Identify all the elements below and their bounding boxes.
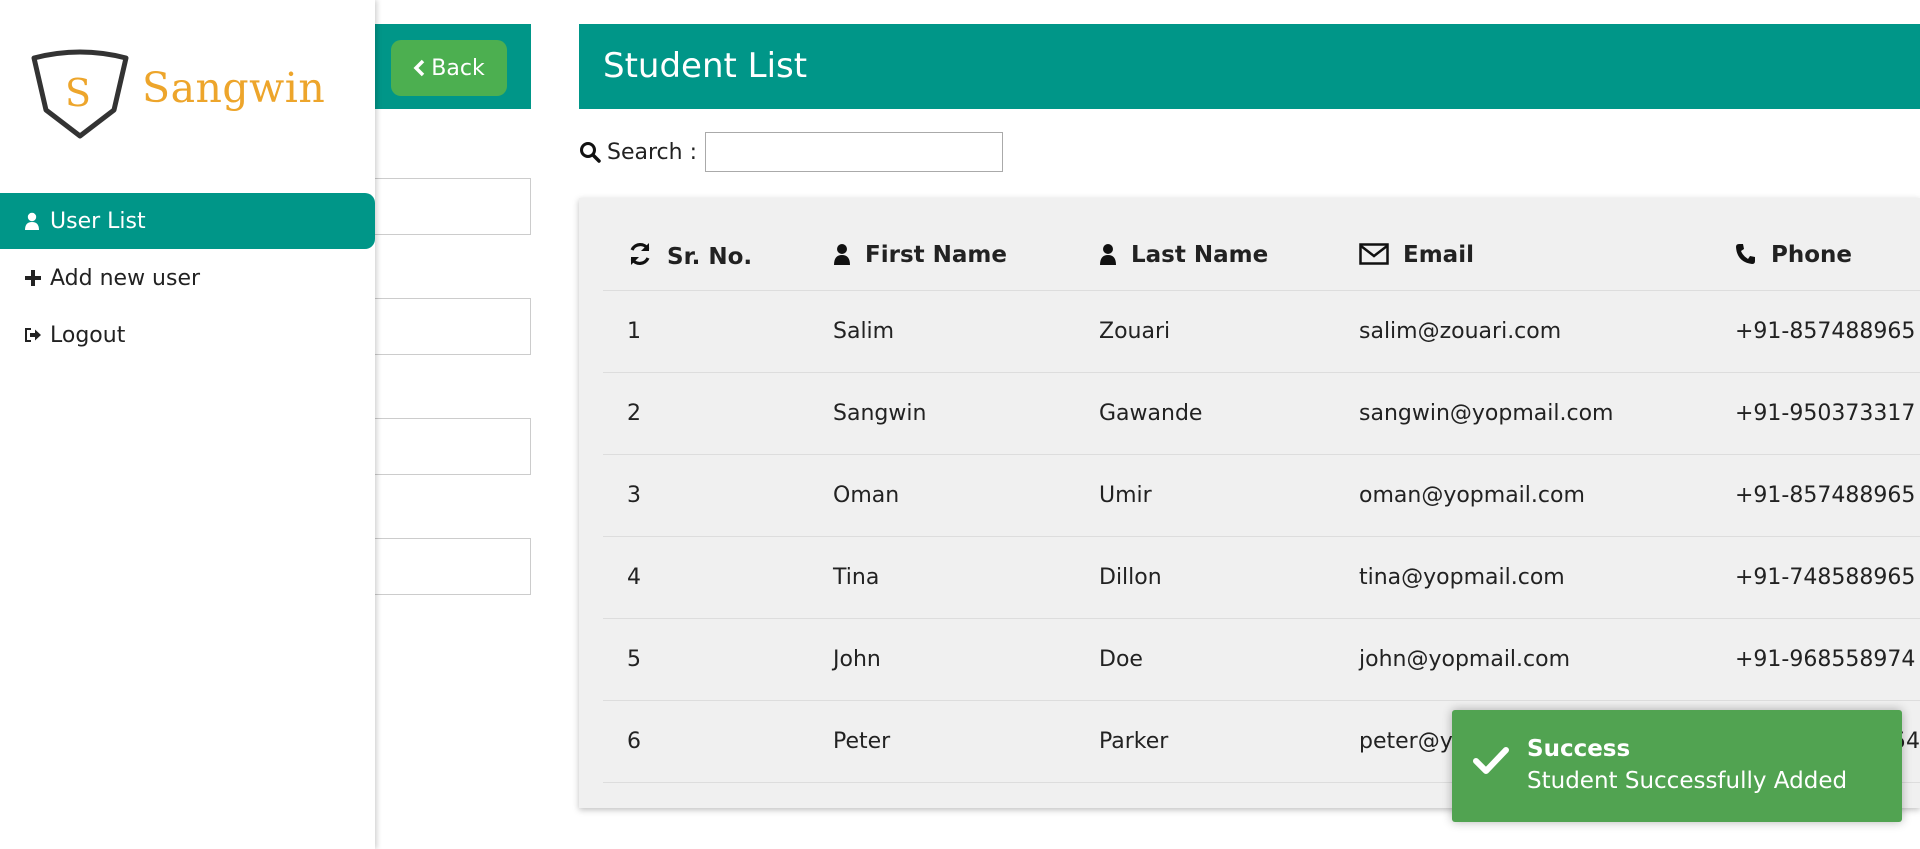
toast-message: Student Successfully Added xyxy=(1527,768,1848,794)
cell-last-name: Dillon xyxy=(1099,536,1359,619)
cell-sr-no: 4 xyxy=(603,536,833,619)
column-header-label: Last Name xyxy=(1131,242,1269,268)
table-header-row: Sr. No. First Name Last Name Email Phone xyxy=(603,220,1920,291)
cell-sr-no: 3 xyxy=(603,454,833,537)
column-header-label: First Name xyxy=(865,242,1007,268)
cell-last-name: Gawande xyxy=(1099,372,1359,455)
column-header-sr-no[interactable]: Sr. No. xyxy=(603,220,833,291)
cell-first-name: Salim xyxy=(833,290,1099,373)
cell-first-name: Oman xyxy=(833,454,1099,537)
column-header-label: Email xyxy=(1403,242,1474,268)
cell-sr-no: 2 xyxy=(603,372,833,455)
search-bar: Search : xyxy=(579,132,1003,172)
table-row[interactable]: 3 Oman Umir oman@yopmail.com +91-8574889… xyxy=(603,454,1920,537)
cell-last-name: Parker xyxy=(1099,700,1359,783)
sidebar-item-label: User List xyxy=(50,208,146,234)
column-header-label: Sr. No. xyxy=(667,243,753,270)
brand-logo[interactable]: S Sangwin xyxy=(28,48,328,144)
toast-title: Success xyxy=(1527,736,1631,762)
cell-phone: +91-857488965 xyxy=(1735,290,1920,373)
table-row[interactable]: 5 John Doe john@yopmail.com +91-96855897… xyxy=(603,618,1920,701)
user-icon xyxy=(1099,243,1117,265)
cell-first-name: John xyxy=(833,618,1099,701)
chevron-left-icon xyxy=(413,59,425,77)
cell-phone: +91-748588965 xyxy=(1735,536,1920,619)
page-header: Student List xyxy=(579,24,1920,109)
student-table: Sr. No. First Name Last Name Email Phone… xyxy=(603,220,1920,783)
refresh-icon xyxy=(627,241,653,267)
table-row[interactable]: 4 Tina Dillon tina@yopmail.com +91-74858… xyxy=(603,536,1920,619)
shield-logo-icon: S xyxy=(31,49,129,139)
sidebar: S Sangwin User List Add new user Logout xyxy=(0,0,375,849)
cell-email: john@yopmail.com xyxy=(1359,618,1735,701)
sign-out-icon xyxy=(24,327,50,343)
sidebar-item-label: Add new user xyxy=(50,265,201,291)
user-icon xyxy=(24,212,50,230)
column-header-label: Phone xyxy=(1771,242,1853,268)
cell-sr-no: 1 xyxy=(603,290,833,373)
table-row[interactable]: 2 Sangwin Gawande sangwin@yopmail.com +9… xyxy=(603,372,1920,455)
page-title: Student List xyxy=(603,46,808,86)
back-button-label: Back xyxy=(431,55,485,81)
phone-icon xyxy=(1735,243,1757,265)
cell-phone: +91-968558974 xyxy=(1735,618,1920,701)
column-header-first-name[interactable]: First Name xyxy=(833,220,1099,291)
column-header-last-name[interactable]: Last Name xyxy=(1099,220,1359,291)
sidebar-nav: User List Add new user Logout xyxy=(0,193,375,364)
table-row[interactable]: 1 Salim Zouari salim@zouari.com +91-8574… xyxy=(603,290,1920,373)
cell-email: sangwin@yopmail.com xyxy=(1359,372,1735,455)
plus-icon xyxy=(24,269,50,287)
cell-email: oman@yopmail.com xyxy=(1359,454,1735,537)
column-header-email[interactable]: Email xyxy=(1359,220,1735,291)
cell-first-name: Peter xyxy=(833,700,1099,783)
cell-first-name: Tina xyxy=(833,536,1099,619)
cell-phone: +91-857488965 xyxy=(1735,454,1920,537)
check-icon xyxy=(1472,746,1510,780)
user-icon xyxy=(833,243,851,265)
sidebar-item-logout[interactable]: Logout xyxy=(0,307,375,363)
cell-phone: +91-950373317 xyxy=(1735,372,1920,455)
sidebar-item-label: Logout xyxy=(50,322,126,348)
cell-sr-no: 5 xyxy=(603,618,833,701)
envelope-icon xyxy=(1359,243,1389,265)
brand-monogram: S xyxy=(65,71,91,115)
sidebar-item-add-new-user[interactable]: Add new user xyxy=(0,250,375,306)
search-icon xyxy=(579,141,601,163)
column-header-phone[interactable]: Phone xyxy=(1735,220,1920,291)
search-label: Search : xyxy=(607,139,697,165)
brand-name: Sangwin xyxy=(142,64,326,112)
success-toast[interactable]: Success Student Successfully Added xyxy=(1452,710,1902,822)
search-input[interactable] xyxy=(705,132,1003,172)
cell-email: salim@zouari.com xyxy=(1359,290,1735,373)
cell-last-name: Doe xyxy=(1099,618,1359,701)
cell-email: tina@yopmail.com xyxy=(1359,536,1735,619)
cell-last-name: Zouari xyxy=(1099,290,1359,373)
cell-sr-no: 6 xyxy=(603,700,833,783)
cell-first-name: Sangwin xyxy=(833,372,1099,455)
cell-last-name: Umir xyxy=(1099,454,1359,537)
sidebar-item-user-list[interactable]: User List xyxy=(0,193,375,249)
back-button[interactable]: Back xyxy=(391,40,507,96)
